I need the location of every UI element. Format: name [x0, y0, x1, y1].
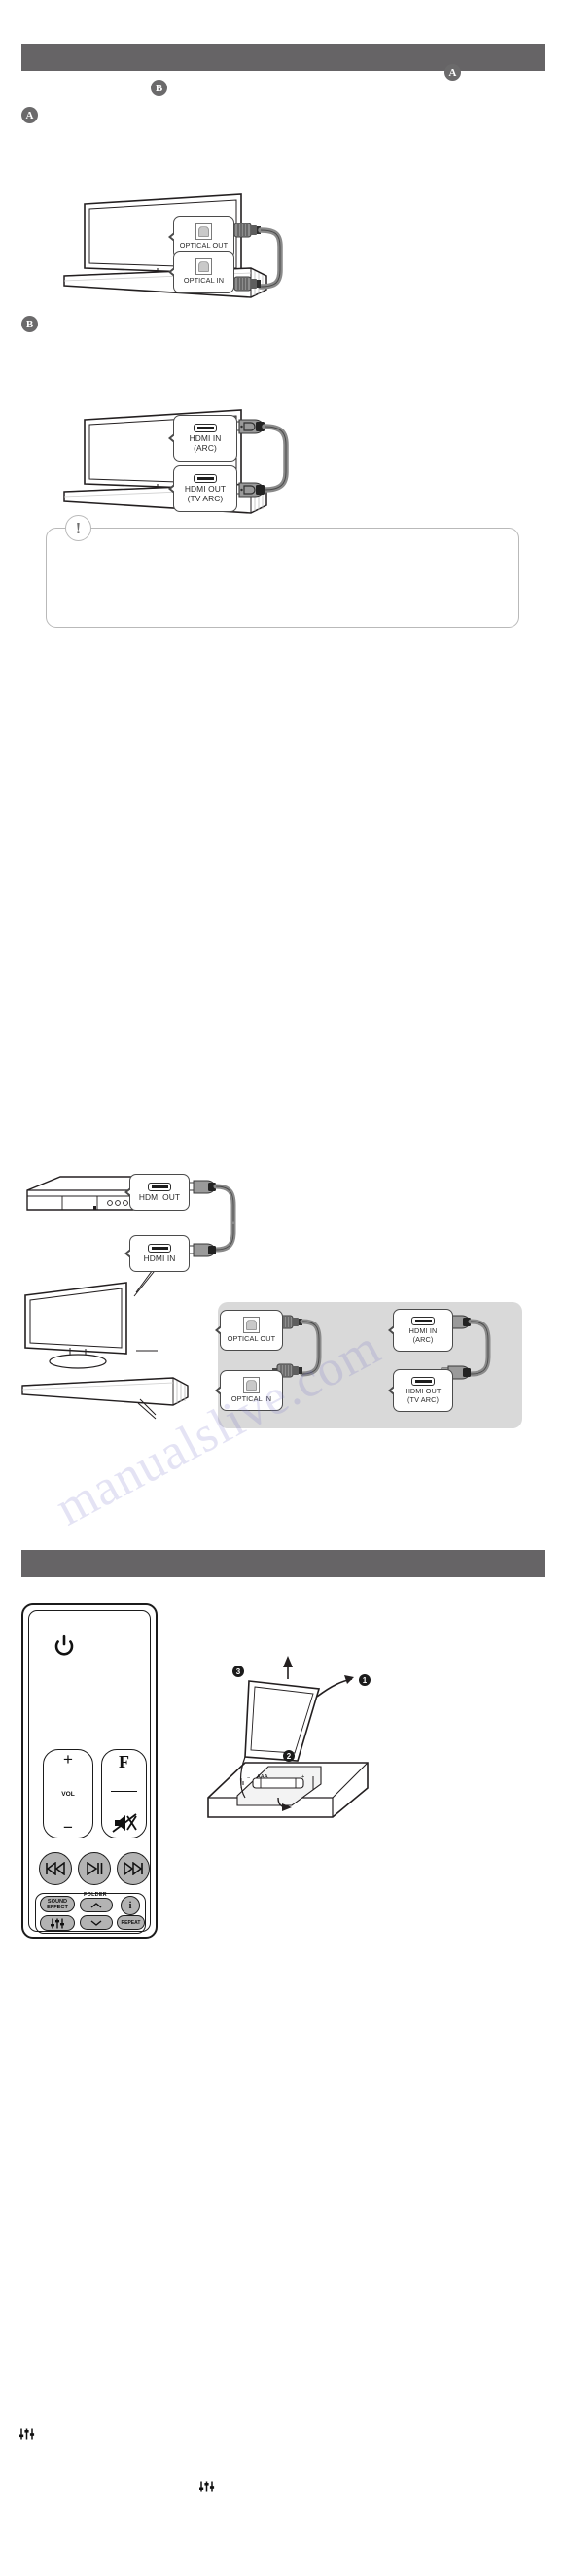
- sound-effect-label-line2: EFFECT: [47, 1904, 68, 1910]
- play-pause-icon: [87, 1862, 103, 1875]
- callout-label: OPTICAL OUT: [227, 1334, 276, 1344]
- next-track-icon: [124, 1862, 143, 1875]
- callout-combined-optical-out: OPTICAL OUT: [220, 1310, 283, 1351]
- callout-hdmi-out-tvarc-b: HDMI OUT (TV ARC): [173, 465, 237, 512]
- battery-step-2: 2: [283, 1750, 295, 1762]
- hdmi-port-icon: [411, 1316, 435, 1325]
- remote-play-pause-button[interactable]: [78, 1852, 111, 1885]
- optical-port-icon: [195, 258, 212, 276]
- optical-port-icon: [195, 223, 212, 241]
- function-letter: F: [119, 1752, 129, 1771]
- callout-label: OPTICAL OUT: [179, 241, 229, 251]
- info-icon: i: [128, 1900, 132, 1911]
- section-header-tv-connection: [21, 44, 545, 71]
- intro-badge-a: A: [444, 64, 461, 81]
- battery-step-3: 3: [232, 1666, 244, 1677]
- callout-label: OPTICAL IN: [230, 1394, 272, 1404]
- hdmi-cable-player-to-tv: [186, 1180, 236, 1257]
- section-header-remote-control: [21, 1550, 545, 1577]
- callout-hdmi-in-arc-b: HDMI IN (ARC): [173, 415, 237, 462]
- option-b-badge: B: [21, 316, 38, 332]
- remote-next-button[interactable]: [117, 1852, 150, 1885]
- battery-step-1: 1: [359, 1674, 371, 1686]
- hdmi-port-icon: [194, 473, 217, 483]
- remote-volume-button[interactable]: + VOL −: [43, 1749, 93, 1838]
- hdmi-port-icon: [194, 423, 217, 432]
- remote-info-button[interactable]: i: [121, 1896, 140, 1915]
- option-a-badge: A: [21, 107, 38, 123]
- remote-equalizer-button[interactable]: [40, 1915, 75, 1931]
- remote-repeat-button[interactable]: REPEAT: [117, 1915, 145, 1930]
- remote-sound-effect-button[interactable]: SOUND EFFECT: [40, 1896, 75, 1912]
- combined-leader-lines: [133, 1262, 159, 1420]
- note-box: [46, 528, 519, 628]
- hdmi-port-icon: [148, 1243, 171, 1253]
- callout-combined-hdmi-out-tvarc: HDMI OUT (TV ARC): [393, 1369, 453, 1412]
- footer-equalizer-icon-left: [18, 2427, 35, 2445]
- button-divider: [111, 1790, 137, 1793]
- remote-power-button[interactable]: [53, 1634, 75, 1656]
- volume-label: VOL: [61, 1790, 75, 1798]
- callout-label-line2: (TV ARC): [407, 1394, 439, 1404]
- manual-page: A B A OPTICAL OUT OPTICAL IN B HDMI IN (…: [0, 0, 566, 2576]
- chevron-up-icon: [90, 1902, 102, 1908]
- battery-polarity-minus: −: [247, 1775, 251, 1781]
- remote-previous-button[interactable]: [39, 1852, 72, 1885]
- optical-port-icon: [243, 1377, 260, 1394]
- remote-folder-up-button[interactable]: [80, 1898, 113, 1912]
- callout-combined-optical-in: OPTICAL IN: [220, 1370, 283, 1411]
- remote-function-mute-button[interactable]: F: [101, 1749, 147, 1838]
- repeat-label: REPEAT: [121, 1919, 141, 1926]
- volume-up-label: +: [63, 1750, 73, 1769]
- optical-port-icon: [243, 1317, 260, 1334]
- volume-down-label: −: [63, 1818, 73, 1837]
- callout-optical-in-a: OPTICAL IN: [173, 251, 234, 293]
- previous-track-icon: [46, 1862, 65, 1875]
- callout-tv-hdmi-in: HDMI IN: [129, 1235, 190, 1272]
- battery-size-label: AAA: [257, 1774, 268, 1780]
- callout-label-line2: (TV ARC): [187, 493, 224, 503]
- hdmi-cable-b: [230, 419, 289, 498]
- callout-label-line2: (ARC): [412, 1334, 434, 1344]
- callout-label: HDMI OUT: [138, 1191, 181, 1202]
- intro-badge-b: B: [151, 80, 167, 96]
- callout-label: HDMI IN: [143, 1253, 176, 1263]
- hdmi-port-icon: [148, 1182, 171, 1191]
- callout-label: OPTICAL IN: [183, 276, 225, 286]
- remote-folder-down-button[interactable]: [80, 1915, 113, 1930]
- callout-label-line2: (ARC): [194, 442, 217, 453]
- optical-cable-a: [230, 223, 283, 292]
- footer-equalizer-icon-right: [198, 2480, 215, 2497]
- hdmi-port-icon: [411, 1376, 435, 1386]
- exclamation-icon: !: [65, 515, 91, 541]
- battery-polarity-plus: +: [301, 1774, 305, 1780]
- mute-icon: [111, 1812, 137, 1834]
- power-icon: [54, 1634, 74, 1656]
- equalizer-icon: [51, 1918, 64, 1928]
- chevron-down-icon: [90, 1919, 102, 1926]
- callout-player-hdmi-out: HDMI OUT: [129, 1174, 190, 1211]
- callout-combined-hdmi-in-arc: HDMI IN (ARC): [393, 1309, 453, 1352]
